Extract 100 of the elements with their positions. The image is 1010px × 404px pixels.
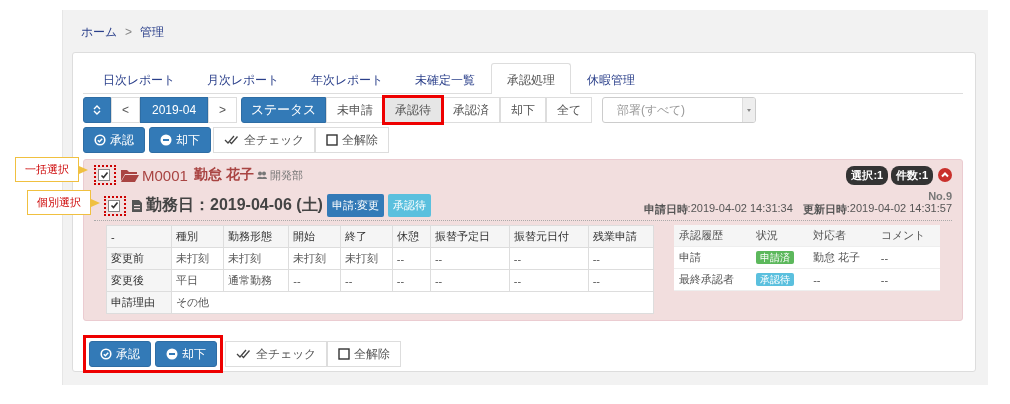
tab[interactable]: 承認処理 xyxy=(491,63,571,94)
checkbox[interactable] xyxy=(98,169,110,181)
callout-label: 個別選択 xyxy=(27,190,91,215)
check-circle-icon xyxy=(100,348,112,360)
next-month-button[interactable]: > xyxy=(208,97,238,123)
folder-icon xyxy=(121,168,139,182)
callout-pointer xyxy=(91,198,100,207)
table-cell: -- xyxy=(430,247,510,270)
tab[interactable]: 月次レポート xyxy=(191,63,295,94)
table-cell: -- xyxy=(588,269,654,292)
status-tag: 申請:変更 xyxy=(326,194,384,217)
uncheck-all-button[interactable]: 全解除 xyxy=(327,341,401,367)
tab[interactable]: 日次レポート xyxy=(87,63,191,94)
table-cell: -- xyxy=(340,269,393,292)
updated-datetime: :2019-04-02 14:31:57 xyxy=(846,202,952,214)
tab[interactable]: 未確定一覧 xyxy=(399,63,491,94)
row-header: 申請理由 xyxy=(106,291,172,314)
applied-datetime: :2019-04-02 14:31:34 xyxy=(687,202,793,214)
column-header: コメント xyxy=(875,225,940,247)
column-header: 種別 xyxy=(171,225,224,248)
breadcrumb-link[interactable]: ホーム xyxy=(81,23,117,41)
table-cell: -- xyxy=(808,268,876,291)
callout-pointer xyxy=(79,165,88,174)
table-cell: 平日 xyxy=(171,269,224,292)
column-header: 開始 xyxy=(288,225,341,248)
count-badge: 件数:1 xyxy=(891,165,933,185)
column-header: 対応者 xyxy=(808,225,876,247)
employee-name: 勤怠 花子 xyxy=(193,166,254,184)
table-cell: 未打刻 xyxy=(171,247,224,270)
table-cell: その他 xyxy=(171,291,654,314)
table-cell: 未打刻 xyxy=(340,247,393,270)
employee-code: M0001 xyxy=(142,166,188,184)
table-cell: -- xyxy=(875,246,940,269)
dropdown-caret-icon xyxy=(742,98,756,122)
row-header: 変更後 xyxy=(106,269,172,292)
table-cell: 勤怠 花子 xyxy=(808,246,876,269)
status-filter-button[interactable]: 承認済 xyxy=(442,97,501,123)
column-header: 状況 xyxy=(751,225,809,247)
reject-button[interactable]: 却下 xyxy=(149,127,211,153)
table-cell: 未打刻 xyxy=(223,247,289,270)
count-badge: 選択:1 xyxy=(846,165,889,185)
status-filter-button[interactable]: 却下 xyxy=(500,97,547,123)
column-header: 振替予定日 xyxy=(430,225,510,248)
work-date-title: 勤務日：2019-04-06 (土) xyxy=(146,195,323,215)
record-number: No.9 xyxy=(927,190,952,202)
checkbox[interactable] xyxy=(108,199,120,212)
department-label: 開発部 xyxy=(269,167,303,183)
status-tag: 承認待 xyxy=(756,272,795,286)
table-cell: -- xyxy=(392,247,431,270)
approve-button[interactable]: 承認 xyxy=(89,341,151,367)
updated-label: 更新日時 xyxy=(802,202,847,217)
column-header: 残業申請 xyxy=(588,225,654,248)
table-cell: -- xyxy=(430,269,510,292)
tab[interactable]: 休暇管理 xyxy=(571,63,651,94)
document-icon xyxy=(132,199,142,212)
users-icon xyxy=(256,171,267,179)
table-cell: -- xyxy=(509,247,589,270)
double-check-icon xyxy=(224,134,240,146)
column-header: 終了 xyxy=(340,225,393,248)
table-cell: -- xyxy=(392,269,431,292)
table-cell: -- xyxy=(875,268,940,291)
status-filter-button[interactable]: 全て xyxy=(546,97,593,123)
column-header: 勤務形態 xyxy=(223,225,289,248)
uncheck-all-button[interactable]: 全解除 xyxy=(315,127,389,153)
table-cell: -- xyxy=(509,269,589,292)
minus-circle-icon xyxy=(160,134,172,146)
month-button[interactable]: 2019-04 xyxy=(140,97,209,123)
column-header: 休憩 xyxy=(392,225,431,248)
reject-button[interactable]: 却下 xyxy=(155,341,217,367)
column-header: - xyxy=(106,225,172,248)
table-cell: -- xyxy=(288,269,341,292)
breadcrumb-link[interactable]: 管理 xyxy=(140,23,164,41)
column-header: 振替元日付 xyxy=(509,225,589,248)
table-cell: 未打刻 xyxy=(288,247,341,270)
table-cell: 通常勤務 xyxy=(223,269,289,292)
callout-label: 一括選択 xyxy=(15,157,79,182)
minus-circle-icon xyxy=(166,348,178,360)
check-circle-icon xyxy=(94,134,106,146)
tab[interactable]: 年次レポート xyxy=(295,63,399,94)
row-header: 変更前 xyxy=(106,247,172,270)
empty-square-icon xyxy=(338,348,350,360)
collapse-button[interactable] xyxy=(938,168,952,182)
previous-month-button[interactable]: < xyxy=(111,97,140,123)
approve-button[interactable]: 承認 xyxy=(83,127,145,153)
check-all-button[interactable]: 全チェック xyxy=(225,341,327,367)
status-filter-button[interactable]: 承認待 xyxy=(384,97,443,123)
sort-icon xyxy=(93,104,101,116)
table-cell: 最終承認者 xyxy=(674,268,752,291)
table-cell: -- xyxy=(588,247,654,270)
sort-button[interactable] xyxy=(83,97,111,123)
status-tag: 承認待 xyxy=(388,194,431,217)
check-all-button[interactable]: 全チェック xyxy=(213,127,315,153)
column-header: 承認履歴 xyxy=(674,225,752,247)
empty-square-icon xyxy=(326,134,338,146)
table-cell: 申請 xyxy=(674,246,752,269)
breadcrumb-separator: > xyxy=(125,25,132,39)
status-tag: 申請済 xyxy=(756,250,795,264)
status-filter-button[interactable]: 未申請 xyxy=(326,97,385,123)
applied-label: 申請日時 xyxy=(643,202,688,217)
status-label: ステータス xyxy=(241,97,327,123)
